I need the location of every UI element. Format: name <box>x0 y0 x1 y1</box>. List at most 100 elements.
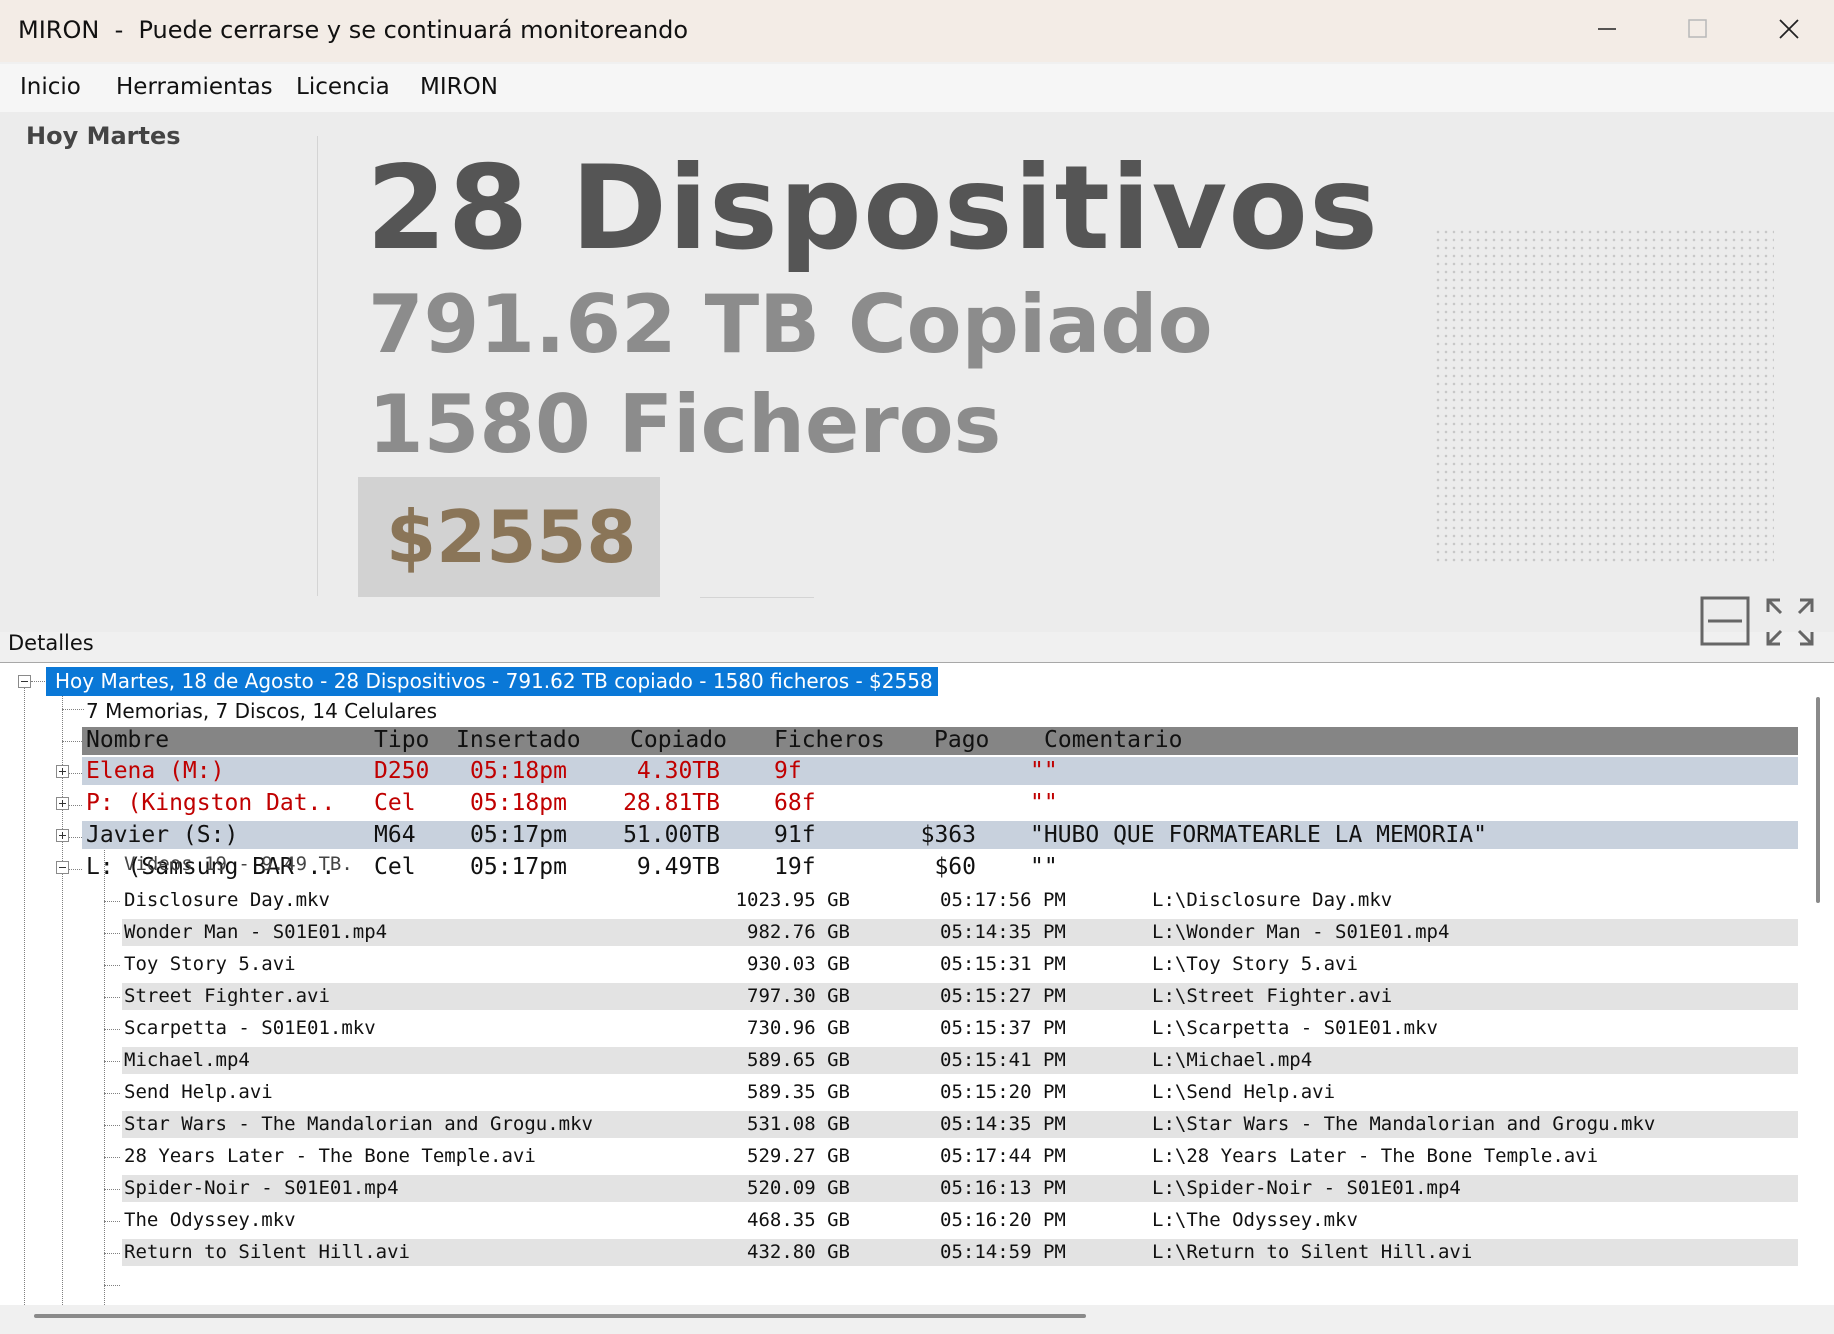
menu-licencia[interactable]: Licencia <box>296 74 390 100</box>
device-comment: "" <box>1030 854 1058 880</box>
tree-line <box>69 773 82 775</box>
tree-line <box>62 709 84 711</box>
devices-count: 28 Dispositivos <box>366 141 1380 276</box>
file-row[interactable]: Wonder Man - S01E01.mp4 982.76 GB 05:14:35… <box>122 919 1798 946</box>
menu-bar: Inicio Herramientas Licencia MIRON <box>0 64 1834 112</box>
file-size: 797.30 GB <box>747 985 850 1007</box>
file-row[interactable]: Disclosure Day.mkv 1023.95 GB 05:17:56 PM L… <box>122 887 1798 914</box>
details-tree[interactable]: Hoy Martes, 18 de Agosto - 28 Dispositiv… <box>0 662 1834 1305</box>
files-count: 1580 Ficheros <box>368 378 1002 471</box>
file-time: 05:14:35 PM <box>940 1113 1066 1135</box>
file-size: 529.27 GB <box>747 1145 850 1167</box>
root-node[interactable]: Hoy Martes, 18 de Agosto - 28 Dispositiv… <box>46 667 938 696</box>
file-name: Return to Silent Hill.avi <box>124 1241 410 1263</box>
expand-toggle[interactable] <box>56 765 69 778</box>
device-name: Elena (M:) <box>86 758 225 784</box>
money-box: $2558 <box>358 477 660 597</box>
file-row[interactable]: Send Help.avi 589.35 GB 05:15:20 PM L:\Send… <box>122 1079 1798 1106</box>
maximize-button[interactable] <box>1652 0 1742 60</box>
device-row[interactable]: Elena (M:) D250 05:18pm 4.30TB 9f "" <box>82 757 1798 785</box>
file-path: L:\The Odyssey.mkv <box>1152 1209 1358 1231</box>
file-time: 05:14:35 PM <box>940 921 1066 943</box>
file-name: Street Fighter.avi <box>124 985 330 1007</box>
device-name: Javier (S:) <box>86 822 239 848</box>
menu-herramientas[interactable]: Herramientas <box>116 74 273 100</box>
minimize-button[interactable] <box>1562 0 1652 60</box>
file-row[interactable]: Michael.mp4 589.65 GB 05:15:41 PM L:\Michae… <box>122 1047 1798 1074</box>
fullscreen-button[interactable] <box>1764 596 1816 648</box>
copied-total: 791.62 TB Copiado <box>368 278 1213 371</box>
device-type: Cel <box>374 790 416 816</box>
file-size: 468.35 GB <box>747 1209 850 1231</box>
expand-toggle[interactable] <box>56 797 69 810</box>
file-row[interactable]: Spider-Noir - S01E01.mp4 520.09 GB 05:16:1… <box>122 1175 1798 1202</box>
col-tipo[interactable]: Tipo <box>374 726 429 755</box>
summary-node: 7 Memorias, 7 Discos, 14 Celulares <box>86 699 437 723</box>
file-size: 432.80 GB <box>747 1241 850 1263</box>
maximize-icon <box>1688 19 1707 38</box>
close-icon <box>1779 19 1799 39</box>
tree-line <box>104 1221 120 1223</box>
col-insertado[interactable]: Insertado <box>456 726 581 755</box>
file-path: L:\28 Years Later - The Bone Temple.avi <box>1152 1145 1599 1167</box>
col-pago[interactable]: Pago <box>934 726 989 755</box>
file-row[interactable]: 28 Years Later - The Bone Temple.avi 529.… <box>122 1143 1798 1170</box>
menu-inicio[interactable]: Inicio <box>20 74 81 100</box>
divider-line <box>700 597 814 598</box>
file-row[interactable]: Star Wars - The Mandalorian and Grogu.mk… <box>122 1111 1798 1138</box>
file-row[interactable]: Return to Silent Hill.avi 432.80 GB 05:14:… <box>122 1239 1798 1266</box>
file-row[interactable]: Toy Story 5.avi 930.03 GB 05:15:31 PM L:\To… <box>122 951 1798 978</box>
tree-line <box>104 1093 120 1095</box>
file-size: 982.76 GB <box>747 921 850 943</box>
collapse-toggle[interactable] <box>18 675 31 688</box>
device-files: 9f <box>774 758 802 784</box>
file-name: Michael.mp4 <box>124 1049 250 1071</box>
device-copied: 28.81TB <box>623 790 720 816</box>
tree-line <box>62 687 64 1305</box>
file-time: 05:15:37 PM <box>940 1017 1066 1039</box>
device-row[interactable]: Javier (S:) M64 05:17pm 51.00TB 91f $363 "HUBO… <box>82 821 1798 849</box>
device-copied: 51.00TB <box>623 822 720 848</box>
file-time: 05:16:20 PM <box>940 1209 1066 1231</box>
column-header: Nombre Tipo Insertado Copiado Ficheros P… <box>82 727 1798 755</box>
tree-line <box>104 1157 120 1159</box>
file-name: Wonder Man - S01E01.mp4 <box>124 921 388 943</box>
device-row[interactable]: P: (Kingston Dat.. Cel 05:18pm 28.81TB 68f "" <box>82 789 1798 817</box>
details-label: Detalles <box>8 631 94 655</box>
expand-toggle[interactable] <box>56 829 69 842</box>
tree-line <box>104 965 120 967</box>
device-files: 19f <box>774 854 816 880</box>
file-name: The Odyssey.mkv <box>124 1209 296 1231</box>
device-files: 91f <box>774 822 816 848</box>
col-comentario[interactable]: Comentario <box>1044 726 1182 755</box>
file-row[interactable]: The Odyssey.mkv 468.35 GB 05:16:20 PM L:\Th… <box>122 1207 1798 1234</box>
device-type: M64 <box>374 822 416 848</box>
file-size: 1023.95 GB <box>735 889 850 911</box>
file-time: 05:14:59 PM <box>940 1241 1066 1263</box>
videos-group-node[interactable]: Videos 19 - 9.49 TB. <box>124 853 353 875</box>
file-path: L:\Send Help.avi <box>1152 1081 1336 1103</box>
file-name: Spider-Noir - S01E01.mp4 <box>124 1177 399 1199</box>
file-path: L:\Disclosure Day.mkv <box>1152 889 1393 911</box>
file-name: Disclosure Day.mkv <box>124 889 330 911</box>
vertical-scrollbar[interactable] <box>1816 697 1820 903</box>
menu-miron[interactable]: MIRON <box>420 74 498 100</box>
collapse-panel-button[interactable] <box>1700 596 1750 646</box>
file-size: 930.03 GB <box>747 953 850 975</box>
tree-line <box>104 997 120 999</box>
file-row[interactable]: Scarpetta - S01E01.mkv 730.96 GB 05:15:37 … <box>122 1015 1798 1042</box>
file-row[interactable]: Street Fighter.avi 797.30 GB 05:15:27 PM L:… <box>122 983 1798 1010</box>
file-size: 589.35 GB <box>747 1081 850 1103</box>
file-time: 05:17:44 PM <box>940 1145 1066 1167</box>
file-size: 589.65 GB <box>747 1049 850 1071</box>
horizontal-scrollbar[interactable] <box>34 1314 1086 1318</box>
file-size: 730.96 GB <box>747 1017 850 1039</box>
col-nombre[interactable]: Nombre <box>86 726 169 755</box>
tree-line <box>104 1253 120 1255</box>
file-name: Send Help.avi <box>124 1081 273 1103</box>
col-ficheros[interactable]: Ficheros <box>774 726 885 755</box>
collapse-toggle[interactable] <box>56 861 69 874</box>
close-button[interactable] <box>1744 0 1834 60</box>
col-copiado[interactable]: Copiado <box>630 726 727 755</box>
device-comment: "" <box>1030 758 1058 784</box>
